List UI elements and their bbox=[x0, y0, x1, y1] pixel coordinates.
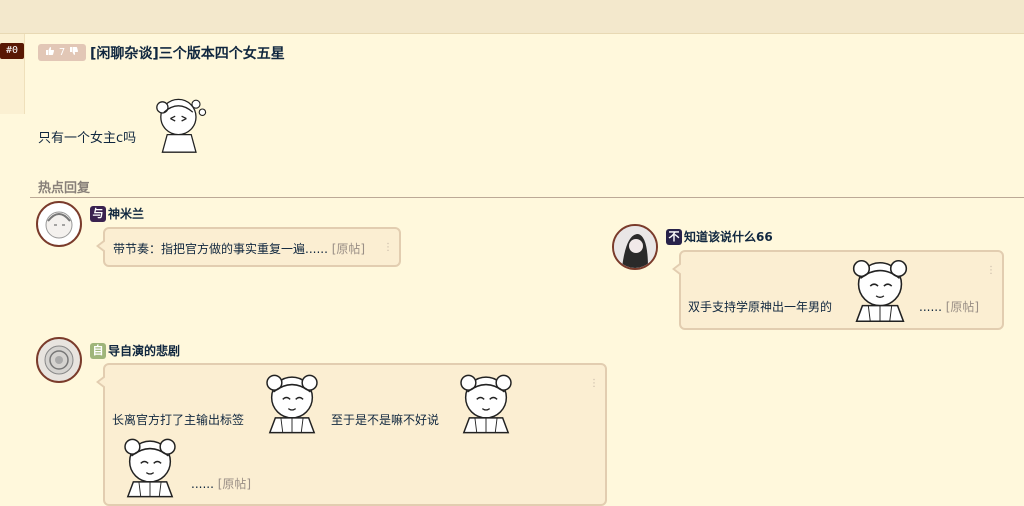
more-dots-icon[interactable]: ⋮ bbox=[589, 379, 599, 389]
user-tag-badge: 与 bbox=[90, 205, 106, 222]
more-dots-icon[interactable]: ⋮ bbox=[383, 243, 393, 253]
reply-text: 双手支持学原神出一年男的 bbox=[688, 300, 833, 314]
original-post-link[interactable]: [原帖] bbox=[218, 477, 251, 491]
hot-replies-heading: 热点回复 bbox=[38, 181, 91, 196]
thread-title[interactable]: [闲聊杂谈]三个版本四个女五星 bbox=[90, 43, 285, 63]
reply-ellipsis: ...... [原帖] bbox=[191, 477, 252, 491]
original-post-link[interactable]: [原帖] bbox=[332, 242, 365, 256]
hot-divider bbox=[30, 197, 1024, 198]
floor-badge: #0 bbox=[0, 43, 24, 59]
reply-text: 至于是不是嘛不好说 bbox=[331, 413, 440, 427]
reply-ellipsis: ...... [原帖] bbox=[919, 300, 980, 314]
sticker-image bbox=[841, 256, 919, 326]
thumbs-up-icon[interactable] bbox=[45, 46, 55, 59]
avatar[interactable] bbox=[36, 201, 82, 247]
user-tag-badge: 不 bbox=[666, 228, 682, 245]
username[interactable]: 导自演的悲剧 bbox=[108, 342, 180, 359]
reply-bubble: 带节奏：指把官方做的事实重复一遍...... [原帖] ⋮ bbox=[96, 227, 401, 267]
sticker-image bbox=[143, 93, 217, 157]
avatar[interactable] bbox=[612, 224, 658, 270]
vote-pill[interactable]: 7 bbox=[38, 44, 86, 61]
sticker-image bbox=[449, 371, 523, 437]
thread-body-text: 只有一个女主c吗 bbox=[38, 131, 137, 146]
reply-text: 带节奏：指把官方做的事实重复一遍...... [原帖] bbox=[113, 242, 366, 256]
reply-user[interactable]: 不 知道该说什么66 bbox=[666, 228, 773, 245]
top-bar bbox=[0, 0, 1024, 34]
user-tag-badge: 自 bbox=[90, 342, 106, 359]
vote-count: 7 bbox=[58, 47, 66, 58]
reply-bubble: 双手支持学原神出一年男的 ...... [原帖] ⋮ bbox=[672, 250, 1004, 330]
reply-text: 长离官方打了主输出标签 bbox=[112, 413, 245, 427]
username[interactable]: 知道该说什么66 bbox=[684, 228, 773, 245]
username[interactable]: 神米兰 bbox=[108, 205, 144, 222]
avatar[interactable] bbox=[36, 337, 82, 383]
original-post-link[interactable]: [原帖] bbox=[946, 300, 979, 314]
more-dots-icon[interactable]: ⋮ bbox=[986, 266, 996, 276]
reply-user[interactable]: 与 神米兰 bbox=[90, 205, 144, 222]
sticker-image bbox=[113, 435, 187, 501]
sticker-image bbox=[255, 371, 329, 437]
reply-user[interactable]: 自 导自演的悲剧 bbox=[90, 342, 180, 359]
thumbs-down-icon[interactable] bbox=[69, 46, 79, 59]
reply-bubble: 长离官方打了主输出标签 至于是不是嘛不好说 ...... [原帖] ⋮ bbox=[96, 363, 607, 506]
